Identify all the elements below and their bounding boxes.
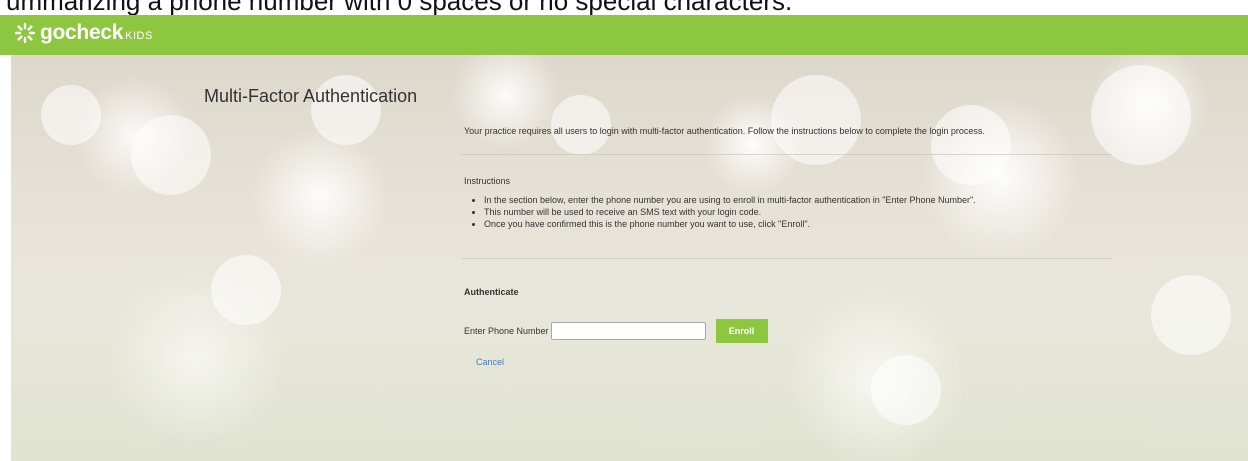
enroll-button[interactable]: Enroll xyxy=(715,319,768,343)
instruction-item: This number will be used to receive an S… xyxy=(484,206,976,218)
bokeh-light xyxy=(131,115,211,195)
instruction-item: Once you have confirmed this is the phon… xyxy=(484,218,976,230)
logo[interactable]: gocheck KIDS xyxy=(14,21,153,45)
bokeh-light xyxy=(1091,65,1191,165)
logo-sunburst-icon xyxy=(14,22,36,44)
authenticate-heading: Authenticate xyxy=(464,287,519,297)
cancel-link[interactable]: Cancel xyxy=(476,357,504,367)
bokeh-light xyxy=(931,105,1011,185)
instruction-item: In the section below, enter the phone nu… xyxy=(484,194,976,206)
bokeh-light xyxy=(771,75,861,165)
phone-label: Enter Phone Number xyxy=(464,326,549,336)
page-title: Multi-Factor Authentication xyxy=(204,86,418,106)
bokeh-light xyxy=(211,255,281,325)
intro-text: Your practice requires all users to logi… xyxy=(464,126,985,136)
logo-wordmark: gocheck xyxy=(40,21,124,44)
divider xyxy=(462,258,1112,259)
divider xyxy=(462,154,1112,155)
phone-row: Enter Phone Number Enroll xyxy=(464,319,768,343)
instructions-list: In the section below, enter the phone nu… xyxy=(464,194,976,230)
bokeh-light xyxy=(871,355,941,425)
bokeh-light xyxy=(551,95,611,155)
phone-number-input[interactable] xyxy=(550,322,706,340)
bokeh-light xyxy=(1151,275,1231,355)
instructions-heading: Instructions xyxy=(464,176,511,186)
header-bar: gocheck KIDS xyxy=(0,15,1248,55)
bokeh-light xyxy=(41,85,101,145)
logo-kids-label: KIDS xyxy=(125,29,153,42)
